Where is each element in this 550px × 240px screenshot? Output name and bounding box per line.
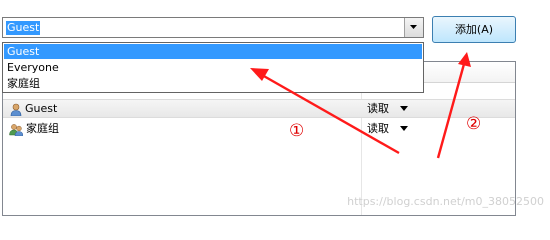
- dropdown-option-homegroup[interactable]: 家庭组: [4, 76, 422, 91]
- permission-select[interactable]: 读取: [367, 122, 389, 136]
- add-button[interactable]: 添加(A): [432, 16, 516, 43]
- list-row-homegroup[interactable]: 家庭组 读取: [3, 120, 515, 139]
- combo-value[interactable]: Guest: [6, 21, 41, 35]
- user-icon: [10, 103, 22, 116]
- list-row-guest[interactable]: Guest 读取: [3, 99, 515, 118]
- chevron-down-icon: [410, 25, 417, 29]
- dropdown-option-everyone[interactable]: Everyone: [4, 60, 422, 75]
- annotation-marker-2: ②: [466, 114, 482, 134]
- dropdown-option-guest[interactable]: Guest: [4, 44, 422, 59]
- row-name: Guest: [25, 102, 58, 115]
- permission-select[interactable]: 读取: [367, 102, 389, 116]
- user-combobox[interactable]: Guest: [2, 17, 424, 38]
- combo-dropdown-list: Guest Everyone 家庭组: [2, 42, 424, 93]
- user-group-icon: [9, 124, 23, 136]
- combo-dropdown-button[interactable]: [404, 18, 423, 37]
- row-name: 家庭组: [26, 122, 59, 135]
- chevron-down-icon[interactable]: [400, 106, 408, 111]
- annotation-marker-1: ①: [289, 121, 305, 141]
- watermark: https://blog.csdn.net/m0_38052500: [347, 195, 544, 208]
- chevron-down-icon[interactable]: [400, 126, 408, 131]
